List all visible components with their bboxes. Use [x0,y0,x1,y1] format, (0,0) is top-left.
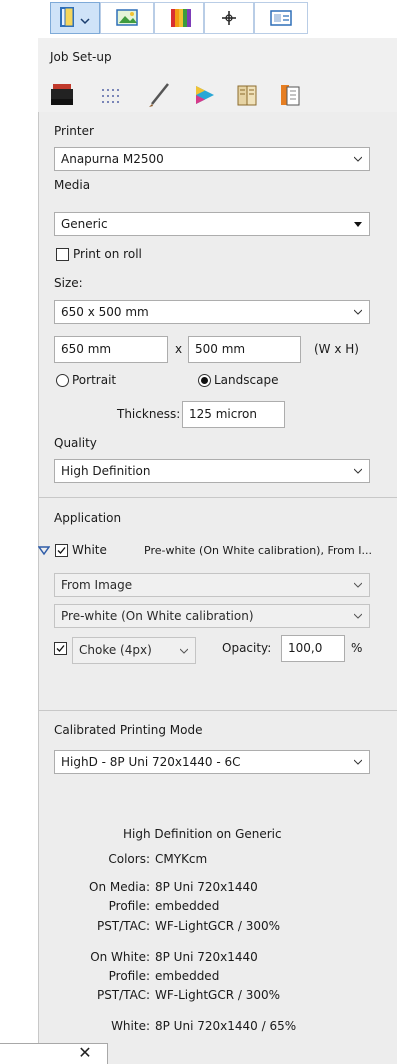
calibrated-mode-value: HighD - 8P Uni 720x1440 - 6C [61,755,241,769]
book-tab[interactable] [228,80,268,110]
choke-value: Choke (4px) [79,643,152,657]
grid-tab[interactable] [92,80,132,110]
section-divider [38,497,397,498]
white-info-value: 8P Uni 720x1440 / 65% [155,1019,297,1033]
calibrated-mode-label: Calibrated Printing Mode [54,723,203,737]
calibrated-mode-select[interactable]: HighD - 8P Uni 720x1440 - 6C [54,750,370,774]
color-wheel-tab[interactable] [184,80,224,110]
portrait-radio[interactable] [56,374,69,387]
on-media-value: 8P Uni 720x1440 [155,880,258,894]
white-label: White [72,543,107,557]
pages-icon [281,85,300,106]
chevron-down-icon [354,582,362,588]
quality-value: High Definition [61,464,151,478]
white-mode-value: Pre-white (On White calibration) [61,609,254,623]
psttac-label: PST/TAC: [96,988,150,1002]
choke-select[interactable]: Choke (4px) [72,637,196,664]
view-tab[interactable] [254,2,308,34]
quality-select[interactable]: High Definition [54,459,370,483]
landscape-radio[interactable] [198,374,211,387]
brush-icon [149,83,169,107]
thickness-input[interactable]: 125 micron [182,401,285,428]
checkmark-icon [57,547,66,554]
application-label: Application [54,511,122,525]
psttac-value: WF-LightGCR / 300% [155,988,281,1002]
chevron-down-icon [354,759,362,765]
grid-dots-icon [102,89,119,103]
thickness-label: Thickness: [117,407,181,421]
percent-label: % [351,641,363,655]
printer-value: Anapurna M2500 [61,152,164,166]
summary-title: High Definition on Generic [123,827,282,841]
media-value: Generic [61,217,108,231]
job-setup-tab[interactable] [50,2,100,34]
media-label: Media [54,178,91,192]
checkmark-icon [56,645,65,652]
crosshair-tab[interactable] [204,2,254,34]
opacity-label: Opacity: [222,641,272,655]
landscape-label: Landscape [214,373,279,387]
image-layout-icon [116,9,138,26]
radio-selected-dot [201,377,208,384]
collapse-triangle-icon[interactable] [38,546,50,556]
chevron-down-icon [354,309,362,315]
chevron-down-icon [354,156,362,162]
white-source-value: From Image [61,578,133,592]
color-wheel-icon [196,86,214,104]
on-white-value: 8P Uni 720x1440 [155,950,258,964]
media-select[interactable]: Generic [54,212,370,236]
layout-tab[interactable] [100,2,154,34]
crosshair-icon [222,11,236,25]
size-select[interactable]: 650 x 500 mm [54,300,370,324]
dropdown-arrow-icon [354,222,362,227]
panel-title: Job Set-up [50,50,112,64]
book-icon [237,85,257,106]
white-info-label: White: [111,1019,150,1033]
printer-select[interactable]: Anapurna M2500 [54,147,370,171]
brush-tab[interactable] [140,80,180,110]
section-divider [38,710,397,711]
colors-label: Colors: [108,852,150,866]
window-icon [270,10,292,26]
psttac-value: WF-LightGCR / 300% [155,919,281,933]
print-on-roll-checkbox[interactable] [56,248,69,261]
quality-label: Quality [54,436,97,450]
on-media-label: On Media: [89,880,150,894]
printer-tab[interactable] [47,80,87,110]
chevron-down-icon [354,613,362,619]
white-summary: Pre-white (On White calibration), From I… [144,544,372,557]
white-mode-select[interactable]: Pre-white (On White calibration) [54,604,370,628]
document-icon [60,7,90,27]
psttac-label: PST/TAC: [96,919,150,933]
print-on-roll-label: Print on roll [73,247,142,261]
width-input[interactable]: 650 mm [54,336,168,363]
close-icon[interactable]: ✕ [74,1044,96,1062]
opacity-input[interactable]: 100,0 [281,635,345,662]
white-source-select[interactable]: From Image [54,573,370,597]
printer-icon [51,84,73,105]
chevron-down-icon [180,648,188,654]
portrait-label: Portrait [72,373,117,387]
choke-checkbox[interactable] [54,642,67,655]
size-label: Size: [54,276,83,290]
profile-value: embedded [155,969,220,983]
height-input[interactable]: 500 mm [188,336,301,363]
color-swatch-icon [171,9,191,27]
profile-value: embedded [155,899,220,913]
times-label: x [175,342,183,356]
wxh-label: (W x H) [314,342,359,356]
top-toolbar [38,0,397,38]
profile-label: Profile: [108,969,150,983]
white-checkbox[interactable] [55,544,68,557]
printer-label: Printer [54,124,94,138]
on-white-label: On White: [90,950,150,964]
pages-tab[interactable] [272,80,312,110]
colors-value: CMYKcm [155,852,208,866]
color-tab[interactable] [154,2,204,34]
size-value: 650 x 500 mm [61,305,149,319]
chevron-down-icon [354,468,362,474]
profile-label: Profile: [108,899,150,913]
